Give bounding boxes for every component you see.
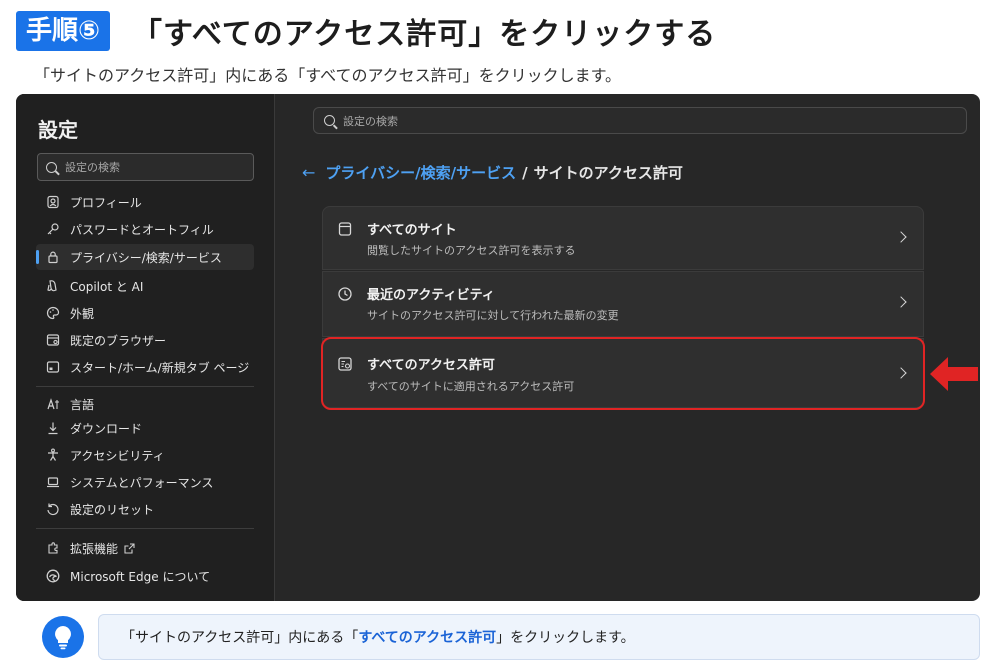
row-title: 最近のアクティビティ xyxy=(367,288,495,303)
sidebar-item-label: Microsoft Edge について xyxy=(70,569,211,584)
row-recent-activity[interactable]: 最近のアクティビティ サイトのアクセス許可に対して行われた最新の変更 xyxy=(322,271,924,337)
row-subtitle: 閲覧したサイトのアクセス許可を表示する xyxy=(367,244,576,257)
sidebar-item-label: 設定のリセット xyxy=(70,502,155,517)
row-all-permissions[interactable]: すべてのアクセス許可 すべてのサイトに適用されるアクセス許可 xyxy=(322,338,924,408)
sidebar-item-label: スタート/ホーム/新規タブ ページ xyxy=(70,360,250,375)
key-icon xyxy=(46,222,60,236)
sidebar-item-accessibility[interactable]: アクセシビリティ xyxy=(36,442,254,468)
search-icon xyxy=(324,115,335,126)
sidebar-item-default-browser[interactable]: 既定のブラウザー xyxy=(36,327,254,353)
step-badge: 手順⑤ xyxy=(16,11,111,51)
sidebar-item-reset[interactable]: 設定のリセット xyxy=(36,496,254,522)
home-tab-icon xyxy=(46,360,60,374)
sidebar-item-start-home[interactable]: スタート/ホーム/新規タブ ページ xyxy=(36,354,254,380)
edge-logo-icon xyxy=(46,569,60,583)
tip-prefix: 「サイトのアクセス許可」内にある「 xyxy=(121,630,359,646)
sidebar-search-placeholder: 設定の検索 xyxy=(65,161,120,174)
sidebar-item-label: Copilot と AI xyxy=(70,279,144,294)
row-all-sites[interactable]: すべてのサイト 閲覧したサイトのアクセス許可を表示する xyxy=(322,206,924,270)
browser-icon xyxy=(46,333,60,347)
chevron-right-icon xyxy=(895,231,907,243)
settings-window: 設定 設定の検索 プロフィール パスワードとオートフィル プライバシー/検索/サ… xyxy=(16,94,980,601)
sidebar-item-passwords[interactable]: パスワードとオートフィル xyxy=(36,216,254,242)
sidebar-divider xyxy=(36,386,254,387)
sidebar-item-copilot[interactable]: Copilot と AI xyxy=(36,273,254,299)
extension-icon xyxy=(46,541,60,555)
sidebar-item-profile[interactable]: プロフィール xyxy=(36,189,254,215)
breadcrumb-separator: / xyxy=(522,163,528,182)
lightbulb-icon xyxy=(42,616,84,658)
back-arrow-icon[interactable]: ← xyxy=(302,163,315,182)
language-icon xyxy=(46,397,60,411)
laptop-icon xyxy=(46,475,60,489)
clock-icon xyxy=(338,287,352,301)
sidebar-item-label: 言語 xyxy=(70,397,95,412)
step-title: 「すべてのアクセス許可」をクリックする xyxy=(132,17,717,52)
sidebar-item-label: システムとパフォーマンス xyxy=(70,475,214,490)
row-subtitle: サイトのアクセス許可に対して行われた最新の変更 xyxy=(367,309,619,322)
sidebar-item-extensions[interactable]: 拡張機能 xyxy=(36,535,254,561)
sidebar-item-label: プライバシー/検索/サービス xyxy=(70,250,222,265)
breadcrumb: ← プライバシー/検索/サービス / サイトのアクセス許可 xyxy=(302,162,683,183)
tip-highlight: すべてのアクセス許可 xyxy=(358,630,497,646)
search-icon xyxy=(46,161,57,173)
row-title: すべてのアクセス許可 xyxy=(367,358,495,373)
sidebar-title: 設定 xyxy=(38,118,78,142)
sidebar-item-privacy[interactable]: プライバシー/検索/サービス xyxy=(36,244,254,270)
sidebar-item-appearance[interactable]: 外観 xyxy=(36,300,254,326)
main-search-input[interactable]: 設定の検索 xyxy=(313,107,967,134)
reset-icon xyxy=(46,502,60,516)
step-description: 「サイトのアクセス許可」内にある「すべてのアクセス許可」をクリックします。 xyxy=(34,66,622,85)
palette-icon xyxy=(46,306,60,320)
sidebar-search-input[interactable]: 設定の検索 xyxy=(37,153,254,181)
sidebar-item-label: ダウンロード xyxy=(70,421,143,436)
sidebar-item-about-edge[interactable]: Microsoft Edge について xyxy=(36,563,254,589)
sidebar-item-downloads[interactable]: ダウンロード xyxy=(36,415,254,441)
chevron-right-icon xyxy=(895,296,907,308)
permissions-icon xyxy=(338,357,352,371)
accessibility-icon xyxy=(46,448,60,462)
site-icon xyxy=(338,222,352,236)
external-link-icon xyxy=(124,542,135,554)
sidebar-item-label: アクセシビリティ xyxy=(70,448,165,463)
breadcrumb-parent-link[interactable]: プライバシー/検索/サービス xyxy=(325,162,516,183)
main-search-placeholder: 設定の検索 xyxy=(343,114,398,128)
pointer-arrow-icon xyxy=(930,357,978,391)
sidebar-item-label: 拡張機能 xyxy=(70,541,119,556)
sidebar-item-language[interactable]: 言語 xyxy=(36,391,254,417)
tip-suffix: 」をクリックします。 xyxy=(496,630,635,646)
tip-box: 「サイトのアクセス許可」内にある「 すべてのアクセス許可 」をクリックします。 xyxy=(98,614,980,660)
breadcrumb-current: サイトのアクセス許可 xyxy=(533,164,683,182)
download-icon xyxy=(46,421,60,435)
lock-icon xyxy=(46,250,60,264)
sidebar-item-label: 外観 xyxy=(70,306,95,321)
sidebar-item-label: 既定のブラウザー xyxy=(70,333,167,348)
sidebar: 設定 設定の検索 プロフィール パスワードとオートフィル プライバシー/検索/サ… xyxy=(16,94,275,601)
step-header: 手順⑤ 「すべてのアクセス許可」をクリックする xyxy=(16,10,716,52)
sidebar-item-label: プロフィール xyxy=(70,195,142,210)
row-title: すべてのサイト xyxy=(367,223,457,238)
sidebar-divider xyxy=(36,528,254,529)
sidebar-item-system[interactable]: システムとパフォーマンス xyxy=(36,469,254,495)
copilot-icon xyxy=(46,279,60,293)
sidebar-item-label: パスワードとオートフィル xyxy=(70,222,214,237)
chevron-right-icon xyxy=(895,367,907,379)
profile-icon xyxy=(46,195,60,209)
row-subtitle: すべてのサイトに適用されるアクセス許可 xyxy=(367,380,575,393)
